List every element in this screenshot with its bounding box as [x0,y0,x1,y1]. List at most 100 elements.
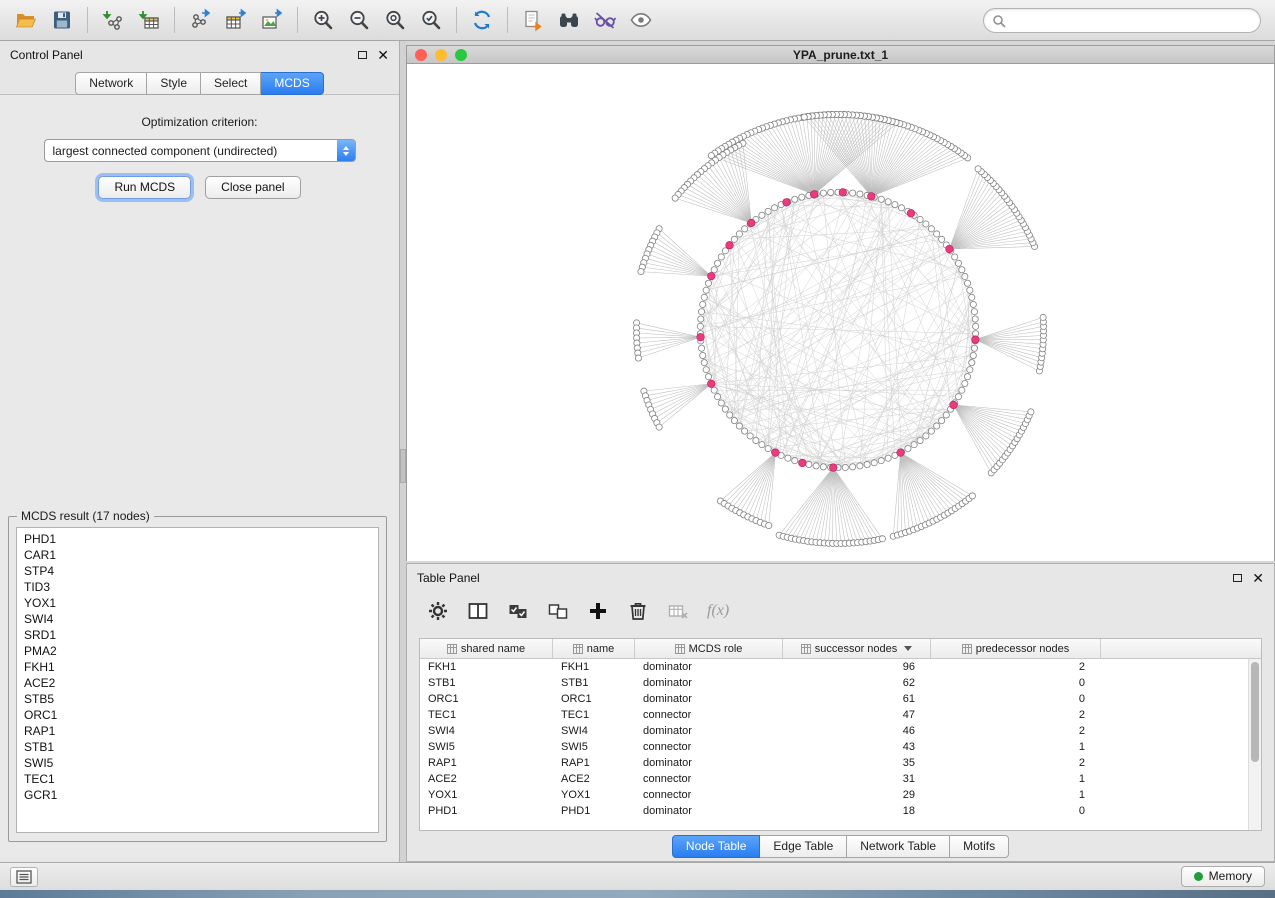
export-table-icon [224,8,248,32]
select-all-button[interactable] [503,597,533,625]
copy-share-icon [521,8,545,32]
float-window-icon[interactable] [358,51,367,59]
copy-share-button[interactable] [515,4,551,36]
control-tab-style[interactable]: Style [147,72,201,95]
table-row[interactable]: STB1STB1dominator620 [420,675,1261,691]
network-window-titlebar[interactable]: YPA_prune.txt_1 [407,46,1274,64]
toolbar-separator [87,7,88,33]
zoom-fit-button[interactable] [377,4,413,36]
column-header-predecessor-nodes[interactable]: predecessor nodes [931,639,1101,658]
deselect-all-button[interactable] [543,597,573,625]
result-item[interactable]: YOX1 [24,595,371,611]
result-item[interactable]: SWI4 [24,611,371,627]
show-panels-button[interactable] [10,867,38,887]
table-row[interactable]: SWI5SWI5connector431 [420,739,1261,755]
table-row[interactable]: SWI4SWI4dominator462 [420,723,1261,739]
node-table: shared namenameMCDS rolesuccessor nodes p… [419,638,1262,831]
table-cell: TEC1 [553,707,635,723]
show-columns-button[interactable] [463,597,493,625]
zoom-out-button[interactable] [341,4,377,36]
table-cell: 2 [931,659,1101,675]
result-item[interactable]: RAP1 [24,723,371,739]
column-label: predecessor nodes [976,643,1070,655]
column-header-successor-nodes[interactable]: successor nodes [783,639,931,658]
result-item[interactable]: GCR1 [24,787,371,803]
table-row[interactable]: TEC1TEC1connector472 [420,707,1261,723]
result-item[interactable]: SWI5 [24,755,371,771]
column-header-name[interactable]: name [553,639,635,658]
memory-button[interactable]: Memory [1181,866,1265,887]
table-tab-edge-table[interactable]: Edge Table [760,835,847,858]
export-table-button[interactable] [218,4,254,36]
control-panel-tab-bar: NetworkStyleSelectMCDS [0,68,399,95]
control-tab-network[interactable]: Network [75,72,147,95]
column-type-icon [962,644,972,654]
dropdown-stepper-icon[interactable] [337,140,355,161]
export-image-button[interactable] [254,4,290,36]
run-mcds-button[interactable]: Run MCDS [98,176,191,199]
hide-selected-button[interactable] [587,4,623,36]
result-item[interactable]: TEC1 [24,771,371,787]
window-minimize-icon[interactable] [435,49,447,61]
result-item[interactable]: STB1 [24,739,371,755]
table-row[interactable]: PHD1PHD1dominator180 [420,803,1261,819]
scrollbar-thumb[interactable] [1251,662,1259,762]
open-session-button[interactable] [8,4,44,36]
close-panel-button[interactable]: Close panel [205,176,300,199]
result-item[interactable]: PHD1 [24,531,371,547]
table-settings-button[interactable] [423,597,453,625]
close-panel-icon[interactable]: ✕ [1252,573,1264,583]
zoom-in-button[interactable] [305,4,341,36]
result-item[interactable]: STB5 [24,691,371,707]
show-all-button[interactable] [623,4,659,36]
column-header-MCDS-role[interactable]: MCDS role [635,639,783,658]
table-row[interactable]: FKH1FKH1dominator962 [420,659,1261,675]
result-item[interactable]: ACE2 [24,675,371,691]
refresh-button[interactable] [464,4,500,36]
glasses-slash-icon [593,8,617,32]
table-tab-motifs[interactable]: Motifs [950,835,1009,858]
delete-table-button[interactable] [663,597,693,625]
table-tab-network-table[interactable]: Network Table [847,835,950,858]
column-header-shared-name[interactable]: shared name [420,639,553,658]
save-session-button[interactable] [44,4,80,36]
table-tab-node-table[interactable]: Node Table [672,835,761,858]
control-panel-header: Control Panel ✕ [0,41,399,68]
global-search[interactable] [983,8,1261,33]
delete-column-button[interactable] [623,597,653,625]
result-item[interactable]: PMA2 [24,643,371,659]
export-network-button[interactable] [182,4,218,36]
table-row[interactable]: YOX1YOX1connector291 [420,787,1261,803]
window-close-icon[interactable] [415,49,427,61]
result-item[interactable]: FKH1 [24,659,371,675]
import-network-button[interactable] [95,4,131,36]
control-tab-mcds[interactable]: MCDS [261,72,323,95]
search-network-button[interactable] [551,4,587,36]
function-builder-button[interactable]: f(x) [707,602,729,620]
result-item[interactable]: CAR1 [24,547,371,563]
network-graph-canvas[interactable] [407,64,1274,561]
table-row[interactable]: ACE2ACE2connector311 [420,771,1261,787]
float-window-icon[interactable] [1233,574,1242,582]
result-item[interactable]: ORC1 [24,707,371,723]
search-input[interactable] [1006,14,1252,28]
mcds-result-list[interactable]: PHD1CAR1STP4TID3YOX1SWI4SRD1PMA2FKH1ACE2… [16,527,379,833]
result-item[interactable]: SRD1 [24,627,371,643]
window-maximize-icon[interactable] [455,49,467,61]
result-item[interactable]: TID3 [24,579,371,595]
table-cell: RAP1 [553,755,635,771]
result-item[interactable]: STP4 [24,563,371,579]
table-scrollbar[interactable] [1248,659,1261,830]
control-tab-select[interactable]: Select [201,72,261,95]
table-row[interactable]: ORC1ORC1dominator610 [420,691,1261,707]
table-cell: ACE2 [420,771,553,787]
table-row[interactable]: RAP1RAP1dominator352 [420,755,1261,771]
optimization-criterion-dropdown[interactable]: largest connected component (undirected) [44,139,356,162]
trash-icon [626,599,650,623]
import-table-button[interactable] [131,4,167,36]
add-column-button[interactable] [583,597,613,625]
zoom-selected-button[interactable] [413,4,449,36]
close-panel-icon[interactable]: ✕ [377,50,389,60]
table-cell: 61 [783,691,931,707]
deselect-all-icon [546,599,570,623]
